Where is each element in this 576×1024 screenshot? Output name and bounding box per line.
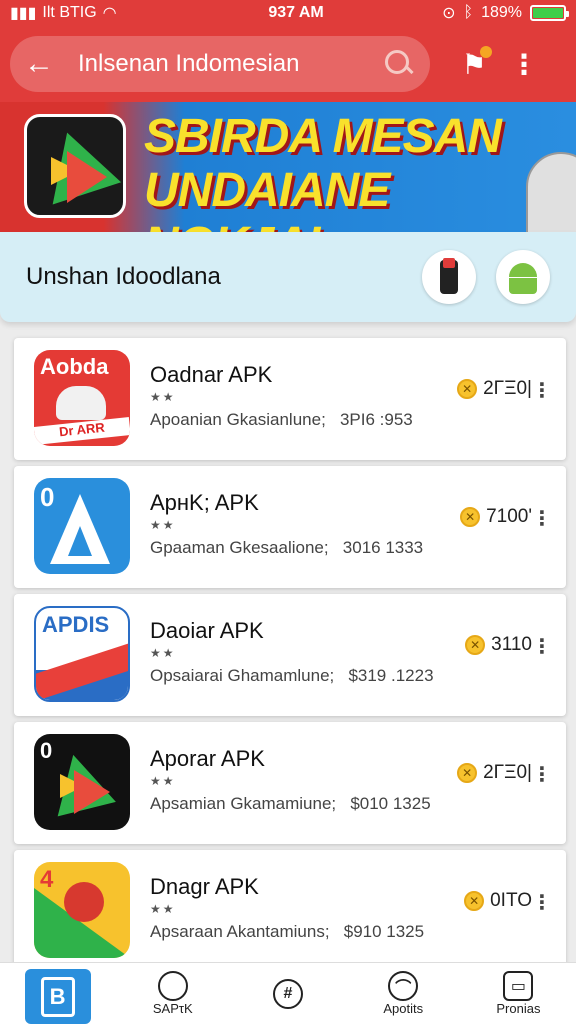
nav-item-pronias[interactable]: ▭ Pronias bbox=[461, 963, 576, 1024]
search-icon[interactable] bbox=[382, 47, 416, 81]
app-box-icon: B bbox=[40, 976, 75, 1017]
card-menu-button[interactable]: ⋮ bbox=[532, 634, 552, 659]
coin-icon: ✕ bbox=[460, 507, 481, 527]
nav-item-apotits[interactable]: ⌒ Apotits bbox=[346, 963, 461, 1024]
back-arrow-icon[interactable]: ← bbox=[24, 49, 64, 79]
coin-icon: ✕ bbox=[465, 635, 486, 655]
status-time: 937 AM bbox=[268, 4, 324, 21]
nav-item-hash[interactable]: # bbox=[230, 963, 345, 1024]
app-description: Opsaiarai Ghamamlune; $319 .1223 bbox=[150, 666, 434, 685]
toolbar: ← Inlsenan Indomesian ⚑ ⋮ bbox=[0, 26, 576, 102]
app-icon: APDIS bbox=[34, 606, 130, 702]
app-rating: ★★ bbox=[150, 646, 176, 660]
signal-icon: ▮▮▮ bbox=[10, 5, 37, 22]
android-filter-button[interactable] bbox=[496, 250, 550, 304]
app-icon: 0 bbox=[34, 478, 130, 574]
user-icon: ⌒ bbox=[388, 971, 419, 1001]
app-download-count: ✕ 7100' bbox=[460, 506, 532, 528]
printer-icon: ▭ bbox=[503, 971, 534, 1001]
phone-filter-button[interactable] bbox=[422, 250, 476, 304]
app-card[interactable]: 0 Aporar APK ★★ Apsamian Gkamamiune; $01… bbox=[14, 722, 566, 844]
circle-icon bbox=[157, 971, 188, 1001]
coin-icon: ✕ bbox=[457, 379, 478, 399]
app-icon: 4 bbox=[34, 862, 130, 958]
nav-item-sapk[interactable]: SAPτK bbox=[115, 963, 230, 1024]
battery-percent: 189% bbox=[481, 4, 522, 21]
card-menu-button[interactable]: ⋮ bbox=[532, 378, 552, 403]
nav-label: Pronias bbox=[496, 1001, 541, 1016]
bluetooth-icon: ᛒ bbox=[463, 4, 474, 21]
app-description: Apsamian Gkamamiune; $010 1325 bbox=[150, 794, 431, 813]
coin-icon: ✕ bbox=[457, 763, 478, 783]
banner-logo bbox=[24, 114, 126, 218]
card-menu-button[interactable]: ⋮ bbox=[532, 762, 552, 787]
app-rating: ★★ bbox=[150, 774, 176, 788]
card-menu-button[interactable]: ⋮ bbox=[532, 890, 552, 915]
app-rating: ★★ bbox=[150, 390, 176, 404]
app-list: Aobda Dr ARR Oadnar APK ★★ Apoanian Gkas… bbox=[14, 338, 566, 978]
nav-label: SAPτK bbox=[152, 1001, 193, 1016]
carrier-label: Ilt BTIG bbox=[42, 4, 97, 21]
hash-icon: # bbox=[273, 978, 303, 1009]
card-menu-button[interactable]: ⋮ bbox=[532, 506, 552, 531]
app-download-count: ✕ 2ΓΞ0| bbox=[457, 762, 532, 784]
app-icon-label: 4 bbox=[40, 866, 54, 893]
app-icon-label: Aobda bbox=[40, 354, 109, 379]
bottom-navigation: B SAPτK # ⌒ Apotits ▭ Pronias bbox=[0, 962, 576, 1024]
app-card[interactable]: 4 Dnagr APK ★★ Apsaraan Akantamiuns; $91… bbox=[14, 850, 566, 972]
android-icon bbox=[506, 260, 540, 294]
app-name: ApнK; APK bbox=[150, 490, 259, 515]
app-name: Aporar APK bbox=[150, 746, 265, 771]
nav-label: Apotits bbox=[383, 1001, 424, 1016]
app-icon-label: APDIS bbox=[42, 612, 110, 637]
overflow-menu-button[interactable]: ⋮ bbox=[504, 36, 544, 92]
app-card[interactable]: 0 ApнK; APK ★★ Gpaaman Gkesaalione; 3016… bbox=[14, 466, 566, 588]
coin-icon: ✕ bbox=[464, 891, 485, 911]
notification-badge bbox=[480, 46, 492, 58]
app-name: Oadnar APK bbox=[150, 362, 273, 387]
app-download-count: ✕ 0ITO bbox=[464, 890, 532, 912]
promo-banner[interactable]: SBIRDA MESAN UNDAIANE NOKJAI bbox=[0, 102, 576, 232]
banner-title-line2: UNDAIANE NOKJAI bbox=[144, 164, 390, 232]
wifi-icon: ◠ bbox=[102, 5, 117, 22]
app-name: Dnagr APK bbox=[150, 874, 259, 899]
app-rating: ★★ bbox=[150, 902, 176, 916]
app-icon: 0 bbox=[34, 734, 130, 830]
app-download-count: ✕ 2ΓΞ0| bbox=[457, 378, 532, 400]
section-header: Unshan Idoodlana bbox=[0, 232, 576, 322]
app-card[interactable]: APDIS Daoiar APK ★★ Opsaiarai Ghamamlune… bbox=[14, 594, 566, 716]
search-input[interactable]: Inlsenan Indomesian bbox=[64, 50, 382, 78]
app-rating: ★★ bbox=[150, 518, 176, 532]
phone-icon bbox=[440, 258, 458, 294]
app-card[interactable]: Aobda Dr ARR Oadnar APK ★★ Apoanian Gkas… bbox=[14, 338, 566, 460]
nav-item-home[interactable]: B bbox=[0, 963, 115, 1024]
section-title: Unshan Idoodlana bbox=[26, 263, 221, 290]
notification-button[interactable]: ⚑ bbox=[444, 36, 504, 92]
app-download-count: ✕ 3110 bbox=[465, 634, 532, 656]
banner-title: SBIRDA MESAN UNDAIANE NOKJAI bbox=[144, 110, 576, 232]
building-dome-image bbox=[526, 152, 576, 232]
app-description: Apsaraan Akantamiuns; $910 1325 bbox=[150, 922, 425, 941]
alarm-icon: ⊙ bbox=[442, 5, 456, 22]
search-bar[interactable]: ← Inlsenan Indomesian bbox=[10, 36, 430, 92]
status-bar: ▮▮▮ Ilt BTIG ◠ 937 AM ⊙ ᛒ 189% bbox=[0, 0, 576, 26]
app-icon: Aobda Dr ARR bbox=[34, 350, 130, 446]
app-description: Apoanian Gkasianlune; 3PI6 :953 bbox=[150, 410, 413, 429]
app-name: Daoiar APK bbox=[150, 618, 264, 643]
battery-icon bbox=[530, 5, 569, 21]
banner-title-line1: SBIRDA MESAN bbox=[144, 110, 502, 163]
app-description: Gpaaman Gkesaalione; 3016 1333 bbox=[150, 538, 424, 557]
